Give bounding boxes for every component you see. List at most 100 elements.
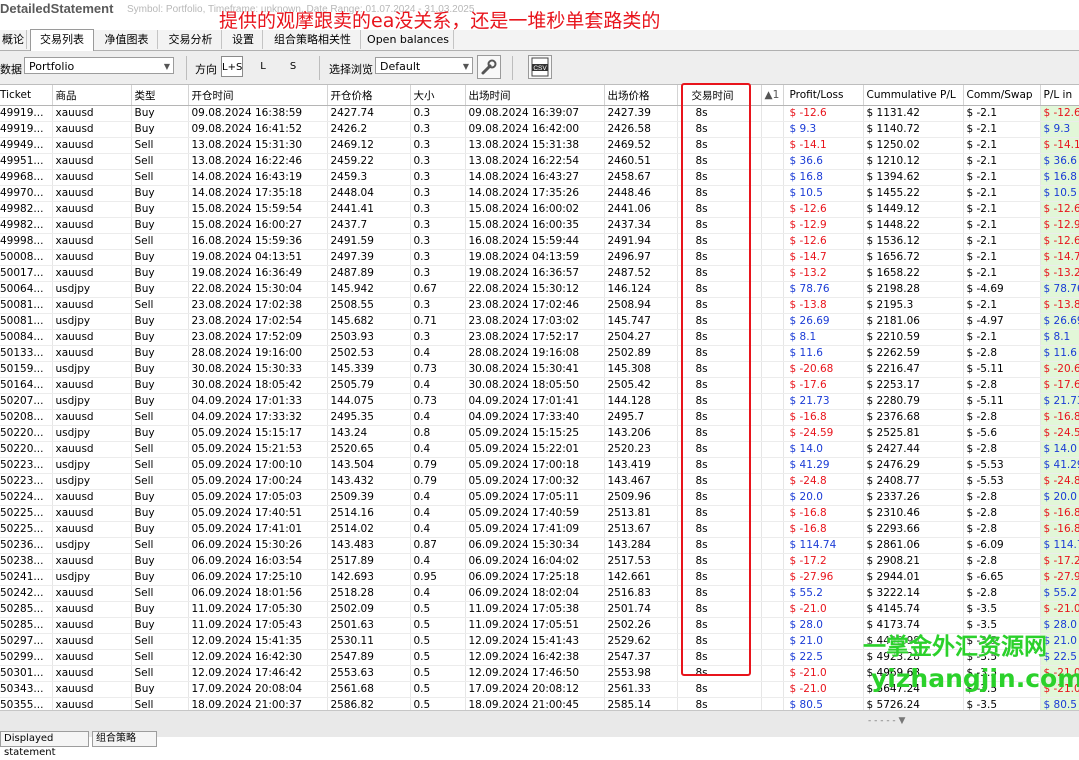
cell-open-time: 05.09.2024 17:00:24 (188, 473, 328, 490)
col-open-time[interactable]: 开仓时间 (188, 85, 328, 106)
table-row[interactable]: 49982... xauusd Buy 15.08.2024 16:00:27 2437… (0, 217, 1079, 234)
col-profit-loss[interactable]: Profit/Loss (783, 85, 864, 106)
cell-duration: 8s (677, 521, 762, 538)
table-row[interactable]: 49982... xauusd Buy 15.08.2024 15:59:54 2441… (0, 201, 1079, 218)
table-row[interactable]: 49968... xauusd Sell 14.08.2024 16:43:19 245… (0, 169, 1079, 186)
table-row[interactable]: 49951... xauusd Sell 13.08.2024 16:22:46 245… (0, 153, 1079, 170)
table-row[interactable]: 50225... xauusd Buy 05.09.2024 17:41:01 2514… (0, 521, 1079, 538)
table-row[interactable]: 50220... xauusd Sell 05.09.2024 15:21:53 252… (0, 441, 1079, 458)
browse-select[interactable]: Default ▼ (375, 57, 473, 74)
col-sort-indicator[interactable]: ▲1 (761, 85, 784, 106)
col-symbol[interactable]: 商品 (52, 85, 132, 106)
cell-profit-loss: $ 22.5 (783, 649, 864, 666)
col-close-time[interactable]: 出场时间 (465, 85, 605, 106)
col-cumulative-pl[interactable]: Cummulative P/L (863, 85, 964, 106)
tab-settings[interactable]: 设置 (224, 30, 263, 49)
table-row[interactable]: 50159... usdjpy Buy 30.08.2024 15:30:33 145.… (0, 361, 1079, 378)
table-row[interactable]: 50220... usdjpy Buy 05.09.2024 15:15:17 143.… (0, 425, 1079, 442)
table-row[interactable]: 49919... xauusd Buy 09.08.2024 16:38:59 2427… (0, 105, 1079, 122)
cell-open-time: 30.08.2024 15:30:33 (188, 361, 328, 378)
cell-open-price: 2448.04 (327, 185, 411, 202)
bottom-tab-displayed-statement[interactable]: Displayed statement (0, 731, 89, 758)
cell-open-price: 2459.22 (327, 153, 411, 170)
table-row[interactable]: 49919... xauusd Buy 09.08.2024 16:41:52 2426… (0, 121, 1079, 138)
cell-close-price: 143.467 (604, 473, 678, 490)
tab-overview[interactable]: 概论 (0, 30, 27, 49)
cell-symbol: xauusd (52, 601, 132, 618)
table-row[interactable]: 49998... xauusd Sell 16.08.2024 15:59:36 249… (0, 233, 1079, 250)
wrench-button[interactable] (477, 55, 501, 79)
cell-open-price: 2553.63 (327, 665, 411, 682)
table-row[interactable]: 50133... xauusd Buy 28.08.2024 19:16:00 2502… (0, 345, 1079, 362)
cell-cumulative-pl: $ 1449.12 (863, 201, 964, 218)
cell-duration: 8s (677, 217, 762, 234)
bottom-tab-portfolio[interactable]: 组合策略 (92, 731, 157, 747)
export-csv-button[interactable]: CSV (528, 55, 552, 79)
table-row[interactable]: 50008... xauusd Buy 19.08.2024 04:13:51 2497… (0, 249, 1079, 266)
col-open-price[interactable]: 开仓价格 (327, 85, 411, 106)
direction-long-button[interactable]: L (252, 56, 274, 77)
table-row[interactable]: 50081... xauusd Sell 23.08.2024 17:02:38 250… (0, 297, 1079, 314)
table-row[interactable]: 50225... xauusd Buy 05.09.2024 17:40:51 2514… (0, 505, 1079, 522)
cell-ticket: 50225... (0, 505, 53, 522)
col-pl-in[interactable]: P/L in (1040, 85, 1079, 106)
table-row[interactable]: 50285... xauusd Buy 11.09.2024 17:05:30 2502… (0, 601, 1079, 618)
table-row[interactable]: 49970... xauusd Buy 14.08.2024 17:35:18 2448… (0, 185, 1079, 202)
cell-symbol: usdjpy (52, 569, 132, 586)
col-ticket[interactable]: Ticket (0, 85, 53, 106)
cell-duration: 8s (677, 249, 762, 266)
cell-close-time: 23.08.2024 17:02:46 (465, 297, 605, 314)
cell-comm-swap: $ -2.8 (963, 409, 1041, 426)
table-row[interactable]: 50242... xauusd Sell 06.09.2024 18:01:56 251… (0, 585, 1079, 602)
cell-close-time: 09.08.2024 16:39:07 (465, 105, 605, 122)
direction-short-button[interactable]: S (282, 56, 304, 77)
cell-duration: 8s (677, 425, 762, 442)
direction-ls-button[interactable]: L+S (221, 56, 243, 77)
table-row[interactable]: 50224... xauusd Buy 05.09.2024 17:05:03 2509… (0, 489, 1079, 506)
col-size[interactable]: 大小 (410, 85, 466, 106)
table-row[interactable]: 50064... usdjpy Buy 22.08.2024 15:30:04 145.… (0, 281, 1079, 298)
col-close-price[interactable]: 出场价格 (604, 85, 678, 106)
cell-duration: 8s (677, 265, 762, 282)
cell-size: 0.87 (410, 537, 466, 554)
cell-comm-swap: $ -2.8 (963, 441, 1041, 458)
cell-type: Buy (131, 569, 189, 586)
tab-trade-list[interactable]: 交易列表 (30, 29, 94, 51)
table-row[interactable]: 50017... xauusd Buy 19.08.2024 16:36:49 2487… (0, 265, 1079, 282)
col-trade-duration[interactable]: 交易时间 (677, 85, 762, 106)
cell-open-time: 17.09.2024 20:08:04 (188, 681, 328, 698)
tab-portfolio-correlation[interactable]: 组合策略相关性 (265, 30, 361, 49)
cell-type: Buy (131, 281, 189, 298)
cell-comm-swap: $ -2.1 (963, 217, 1041, 234)
table-row[interactable]: 50236... usdjpy Sell 06.09.2024 15:30:26 143… (0, 537, 1079, 554)
cell-ticket: 50343... (0, 681, 53, 698)
table-row[interactable]: 50223... usdjpy Sell 05.09.2024 17:00:10 143… (0, 457, 1079, 474)
portfolio-select[interactable]: Portfolio ▼ (24, 57, 174, 74)
cell-sort (761, 185, 784, 202)
table-row[interactable]: 50223... usdjpy Sell 05.09.2024 17:00:24 143… (0, 473, 1079, 490)
tab-open-balances[interactable]: Open balances (363, 30, 454, 49)
cell-comm-swap: $ -3.5 (963, 601, 1041, 618)
col-type[interactable]: 类型 (131, 85, 189, 106)
table-row[interactable]: 49949... xauusd Sell 13.08.2024 15:31:30 246… (0, 137, 1079, 154)
table-row[interactable]: 50081... usdjpy Buy 23.08.2024 17:02:54 145.… (0, 313, 1079, 330)
cell-comm-swap: $ -6.65 (963, 569, 1041, 586)
table-row[interactable]: 50238... xauusd Buy 06.09.2024 16:03:54 2517… (0, 553, 1079, 570)
table-row[interactable]: 50241... usdjpy Buy 06.09.2024 17:25:10 142.… (0, 569, 1079, 586)
cell-duration: 8s (677, 169, 762, 186)
table-row[interactable]: 50084... xauusd Buy 23.08.2024 17:52:09 2503… (0, 329, 1079, 346)
cell-ticket: 50008... (0, 249, 53, 266)
cell-pl-in: $ -24.8 (1040, 473, 1079, 490)
table-row[interactable]: 50207... usdjpy Buy 04.09.2024 17:01:33 144.… (0, 393, 1079, 410)
table-row[interactable]: 50208... xauusd Sell 04.09.2024 17:33:32 249… (0, 409, 1079, 426)
cell-size: 0.4 (410, 505, 466, 522)
table-row[interactable]: 50164... xauusd Buy 30.08.2024 18:05:42 2505… (0, 377, 1079, 394)
cell-duration: 8s (677, 537, 762, 554)
col-comm-swap[interactable]: Comm/Swap (963, 85, 1041, 106)
tab-equity-chart[interactable]: 净值图表 (96, 30, 158, 49)
horizontal-scroll-hint[interactable]: - - - - - ▼ (868, 716, 905, 726)
cell-sort (761, 489, 784, 506)
cell-close-price: 2517.53 (604, 553, 678, 570)
tab-trade-analysis[interactable]: 交易分析 (160, 30, 222, 49)
table-row[interactable]: 50355... xauusd Sell 18.09.2024 21:00:37 258… (0, 697, 1079, 710)
